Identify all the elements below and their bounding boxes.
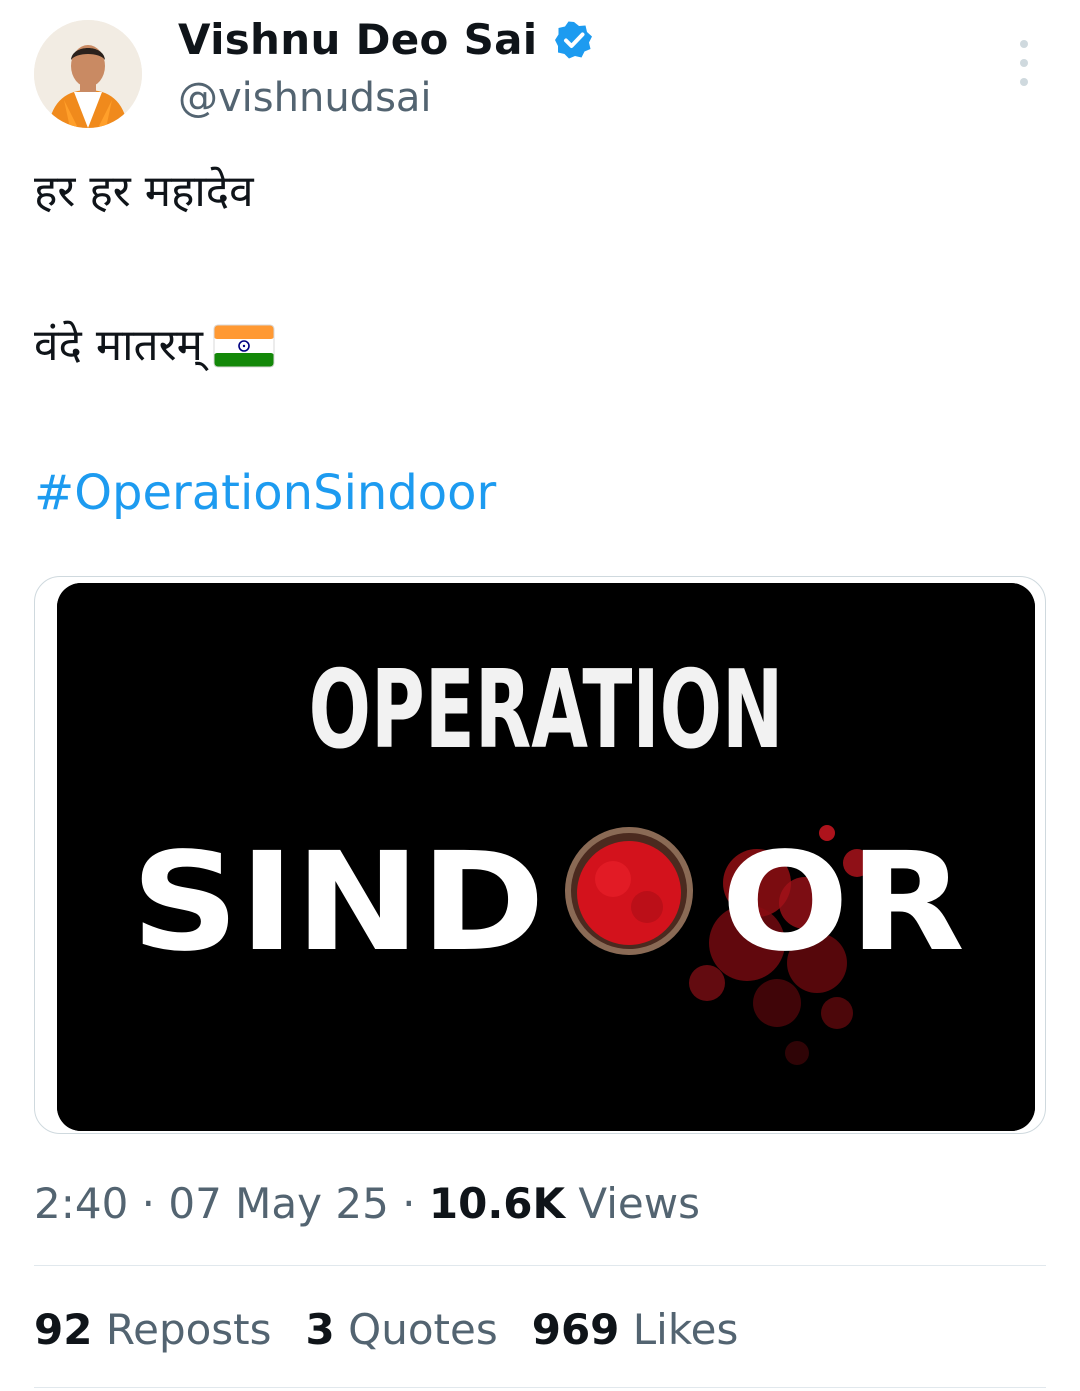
image-title-top: OPERATION — [309, 646, 784, 772]
avatar[interactable] — [34, 20, 142, 128]
image-title-sind: SIND — [131, 824, 545, 982]
avatar-photo-icon — [34, 20, 142, 128]
tweet-meta: 2:40 · 07 May 25 · 10.6K Views — [34, 1176, 700, 1232]
tweet-date[interactable]: 07 May 25 — [168, 1179, 388, 1228]
tweet-text-line-1: हर हर महादेव — [34, 166, 254, 217]
india-flag-icon — [213, 324, 275, 368]
author-handle[interactable]: @vishnudsai — [178, 72, 432, 124]
more-dot — [1020, 59, 1028, 67]
quotes-stat[interactable]: 3 Quotes — [306, 1302, 498, 1358]
author-name-row[interactable]: Vishnu Deo Sai — [178, 14, 594, 66]
media-card[interactable]: OPERATION SIND OR — [34, 576, 1046, 1134]
operation-sindoor-graphic: OPERATION SIND OR — [57, 583, 1035, 1131]
more-options-icon[interactable] — [1006, 40, 1042, 86]
engagement-stats: 92 Reposts 3 Quotes 969 Likes — [34, 1302, 772, 1358]
likes-count: 969 — [531, 1305, 620, 1354]
hashtag-link[interactable]: #OperationSindoor — [34, 464, 496, 522]
reposts-count: 92 — [34, 1305, 93, 1354]
quotes-count: 3 — [305, 1305, 335, 1354]
views-label: Views — [578, 1179, 700, 1228]
more-dot — [1020, 40, 1028, 48]
meta-separator: · — [128, 1179, 169, 1228]
views-count: 10.6K — [428, 1179, 566, 1228]
reposts-stat[interactable]: 92 Reposts — [34, 1302, 272, 1358]
tweet-time[interactable]: 2:40 — [34, 1179, 128, 1228]
quotes-label: Quotes — [348, 1305, 498, 1354]
verified-badge-icon[interactable] — [554, 20, 594, 60]
tweet-text-vande-mataram: वंदे मातरम् — [34, 320, 203, 371]
tweet-header: Vishnu Deo Sai @vishnudsai — [0, 0, 1080, 140]
author-name[interactable]: Vishnu Deo Sai — [178, 14, 538, 66]
image-title-or: OR — [721, 824, 965, 982]
operation-sindoor-image[interactable]: OPERATION SIND OR — [57, 583, 1035, 1131]
sindoor-bowl-icon — [565, 827, 693, 955]
divider — [34, 1265, 1046, 1266]
tweet-text-line-2: वंदे मातरम् — [34, 318, 275, 374]
more-dot — [1020, 78, 1028, 86]
divider — [34, 1387, 1046, 1388]
meta-separator: · — [388, 1179, 429, 1228]
likes-label: Likes — [632, 1305, 739, 1354]
reposts-label: Reposts — [105, 1305, 272, 1354]
likes-stat[interactable]: 969 Likes — [532, 1302, 739, 1358]
